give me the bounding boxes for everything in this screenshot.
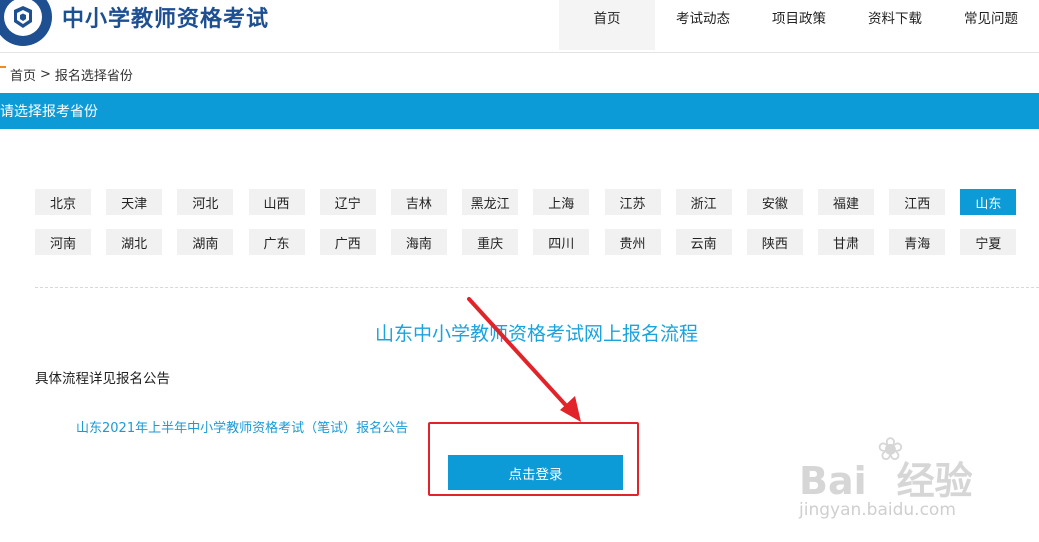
site-logo[interactable] [0,0,52,46]
nav-exam-news[interactable]: 考试动态 [655,0,751,50]
province-button[interactable]: 四川 [533,229,590,255]
province-button[interactable]: 安徽 [746,189,803,215]
province-grid: 北京 天津 河北 山西 辽宁 吉林 黑龙江 上海 江苏 浙江 安徽 福建 江西 山东河南 湖北 湖南 广东 广西海… [35,189,1025,255]
province-button[interactable]: 海南 [390,229,447,255]
province-button[interactable]: 甘肃 [818,229,875,255]
province-button[interactable]: 广东 [248,229,305,255]
province-button[interactable]: 浙江 [675,189,732,215]
province-button[interactable]: 江西 [889,189,946,215]
paw-icon: ❀ [877,430,904,468]
province-button[interactable]: 河南 [35,229,91,255]
province-button[interactable]: 河北 [177,189,234,215]
province-button[interactable]: 天津 [106,189,163,215]
province-button[interactable]: 宁夏 [960,229,1017,255]
province-button[interactable]: 福建 [818,189,875,215]
province-button[interactable]: 江苏 [604,189,661,215]
province-button[interactable]: 黑龙江 [462,189,519,215]
main-nav: 首页 考试动态 项目政策 资料下载 常见问题 [559,0,1039,50]
province-button[interactable]: 贵州 [604,229,661,255]
watermark-brand: Bai 经验 [799,459,973,503]
province-button[interactable]: 云南 [675,229,732,255]
breadcrumb-home-link[interactable]: 首页 [10,65,36,84]
province-button[interactable]: 山西 [248,189,305,215]
province-button[interactable]: 重庆 [462,229,519,255]
province-button[interactable]: 青海 [889,229,946,255]
province-button[interactable]: 吉林 [390,189,447,215]
nav-policy[interactable]: 项目政策 [751,0,847,50]
site-title: 中小学教师资格考试 [62,7,270,32]
province-button[interactable]: 湖北 [106,229,163,255]
province-section-header: 请选择报考省份 [0,93,1039,129]
nav-faq[interactable]: 常见问题 [943,0,1039,50]
province-button[interactable]: 北京 [35,189,91,215]
watermark-url: jingyan.baidu.com [799,500,956,520]
province-button[interactable]: 湖南 [177,229,234,255]
breadcrumb-separator: > [40,66,51,82]
logo-emblem-icon [4,0,42,36]
nav-home[interactable]: 首页 [559,0,655,50]
detail-text: 具体流程详见报名公告 [35,371,170,387]
province-button[interactable]: 辽宁 [319,189,376,215]
province-button[interactable]: 陕西 [746,229,803,255]
province-button[interactable]: 上海 [533,189,590,215]
province-button[interactable]: 山东 [960,189,1017,215]
login-button[interactable]: 点击登录 [448,455,623,490]
breadcrumb-current: 报名选择省份 [54,68,133,84]
flow-title: 山东中小学教师资格考试网上报名流程 [374,323,698,345]
nav-downloads[interactable]: 资料下载 [847,0,943,50]
breadcrumb: 首页 > 报名选择省份 [0,64,133,84]
province-button[interactable]: 广西 [319,229,376,255]
notice-link[interactable]: 山东2021年上半年中小学教师资格考试（笔试）报名公告 [76,417,408,436]
site-header: 中小学教师资格考试 首页 考试动态 项目政策 资料下载 常见问题 [0,0,1039,53]
province-section-title: 请选择报考省份 [0,104,98,120]
home-icon [0,66,6,76]
divider [35,287,1039,288]
baidu-watermark: Bai 经验 ❀ jingyan.baidu.com [799,430,989,525]
